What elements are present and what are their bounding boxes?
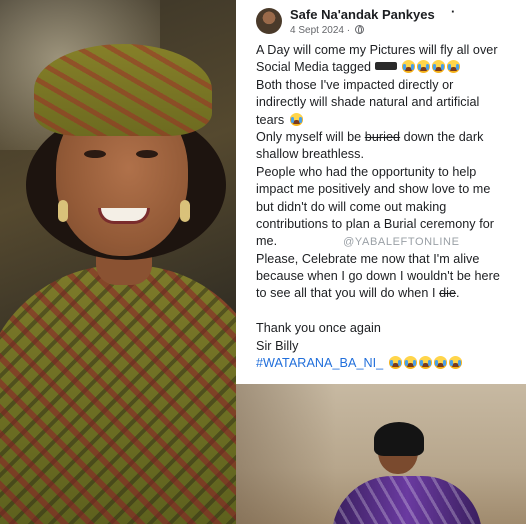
crying-emoji-icon: [417, 60, 431, 74]
crying-emoji-icon: [432, 60, 446, 74]
left-eye: [84, 150, 106, 158]
post-line-text: me.: [256, 234, 278, 249]
secondary-photo: [236, 384, 526, 524]
wall-shadow: [236, 384, 336, 524]
post-line-text: to see all that you will do when I: [256, 286, 436, 301]
post-date[interactable]: 4 Sept 2024: [290, 25, 344, 36]
smile: [98, 208, 150, 224]
post-line: to see all that you will do when I die.: [256, 285, 526, 302]
post-line: Sir Billy: [256, 338, 299, 353]
author-separator: ·: [451, 4, 456, 19]
struck-word: buried: [364, 129, 401, 144]
crying-emoji-icon: [433, 356, 447, 370]
post-line: shallow breathless.: [256, 147, 365, 162]
globe-icon: [354, 25, 364, 34]
post-line-text: .: [456, 286, 460, 301]
post-line: Both those I've impacted directly or: [256, 77, 454, 92]
post-line: #WATARANA_BA_NI_: [256, 355, 526, 372]
post-line: contributions to plan a Burial ceremony …: [256, 216, 495, 231]
crying-emoji-icon: [388, 356, 402, 370]
post-header: Safe Na'andak Pankyes · 4 Sept 2024 ·: [256, 4, 516, 40]
crying-emoji-icon: [448, 356, 462, 370]
ankara-dress: [0, 265, 236, 524]
author-name[interactable]: Safe Na'andak Pankyes: [290, 7, 435, 22]
post-line-text: tears: [256, 112, 285, 127]
struck-word: die: [439, 286, 457, 301]
post-line: impact me positively and show love to me: [256, 182, 491, 197]
post-line: tears: [256, 112, 526, 129]
post-line: Social Media tagged: [256, 59, 526, 76]
post-line: Please, Celebrate me now that I'm alive: [256, 251, 480, 266]
crying-emoji-icon: [403, 356, 417, 370]
left-earring: [58, 200, 68, 222]
black-headscarf: [374, 422, 424, 456]
post-body: A Day will come my Pictures will fly all…: [256, 42, 526, 372]
watermark: @YABALEFTONLINE: [343, 236, 460, 249]
post-line: A Day will come my Pictures will fly all…: [256, 43, 498, 57]
post-line-text: Only myself will be: [256, 129, 362, 144]
crying-emoji-icon: [289, 112, 303, 126]
rip-tag-icon: [374, 62, 397, 71]
hashtag-link[interactable]: #WATARANA_BA_NI_: [256, 356, 383, 370]
right-earring: [180, 200, 190, 222]
portrait-photo: [0, 0, 236, 524]
post-line: me. @YABALEFTONLINE: [256, 233, 526, 250]
post-line: Only myself will be buried down the dark: [256, 129, 526, 146]
date-separator: ·: [346, 25, 351, 36]
post-meta: 4 Sept 2024 ·: [290, 25, 364, 36]
right-eye: [136, 150, 158, 158]
purple-outfit: [332, 476, 482, 524]
crying-emoji-icon: [418, 356, 432, 370]
post-line: indirectly will shade natural and artifi…: [256, 95, 480, 110]
post-line-text: down the dark: [403, 129, 484, 144]
crying-emoji-icon: [447, 60, 461, 74]
post-line-text: Social Media tagged: [256, 60, 372, 75]
crying-emoji-icon: [402, 60, 416, 74]
post-line: People who had the opportunity to help: [256, 164, 477, 179]
gele-headwrap: [34, 44, 212, 136]
post-line: but didn't do will come out making: [256, 199, 447, 214]
post-line: because when I go down I wouldn't be her…: [256, 269, 500, 284]
avatar[interactable]: [256, 8, 282, 34]
post-line: Thank you once again: [256, 321, 381, 336]
